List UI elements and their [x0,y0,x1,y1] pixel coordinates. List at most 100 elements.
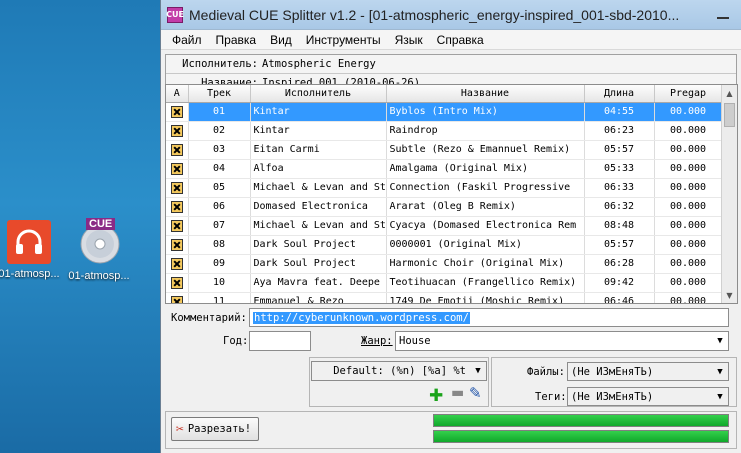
table-row[interactable]: 11 Emmanuel & Rezo 1749 De Emotii (Moshi… [166,292,723,303]
track-checkbox[interactable] [166,273,189,293]
track-length: 06:33 [584,178,655,198]
performer-row: Исполнитель: Atmospheric Energy [166,55,736,73]
track-length: 05:33 [584,159,655,179]
track-title: Connection (Faskil Progressive [386,178,585,198]
menu-bar: Файл Правка Вид Инструменты Язык Справка [161,30,741,50]
menu-tools[interactable]: Инструменты [299,33,388,47]
add-template-icon[interactable]: ✚ [429,386,443,406]
table-row[interactable]: 03 Eitan Carmi Subtle (Rezo & Emannuel R… [166,140,723,160]
track-length: 05:57 [584,235,655,255]
track-checkbox[interactable] [166,235,189,255]
menu-help[interactable]: Справка [430,33,491,47]
window-title: Medieval CUE Splitter v1.2 - [01-atmosph… [189,6,680,23]
column-header-title[interactable]: Название [386,85,585,103]
table-row[interactable]: 10 Aya Mavra feat. Deepe Teotihuacan (Fr… [166,273,723,293]
track-title: Byblos (Intro Mix) [386,102,585,122]
column-header-track[interactable]: Трек [188,85,251,103]
app-icon: CUE [166,6,184,23]
track-checkbox[interactable] [166,292,189,303]
track-artist: Domased Electronica [250,197,387,217]
desktop-icon-cue[interactable]: CUE 01-atmosp... [64,216,134,282]
edit-template-icon[interactable]: ✎ [469,384,482,402]
performer-value: Atmospheric Energy [262,58,376,70]
table-row[interactable]: 07 Michael & Levan and St Cyacya (Domase… [166,216,723,236]
checked-icon [170,257,183,270]
track-checkbox[interactable] [166,254,189,274]
track-number: 09 [188,254,251,274]
app-window: CUE Medieval CUE Splitter v1.2 - [01-atm… [160,0,741,453]
minimize-button[interactable] [709,5,737,25]
headphones-icon [7,220,51,264]
menu-view[interactable]: Вид [263,33,299,47]
scroll-up-icon[interactable]: ▲ [722,85,737,101]
track-title: Ararat (Oleg B Remix) [386,197,585,217]
menu-language[interactable]: Язык [388,33,430,47]
track-checkbox[interactable] [166,140,189,160]
table-row[interactable]: 09 Dark Soul Project Harmonic Choir (Ori… [166,254,723,274]
table-header: A Трек Исполнитель Название Длина Pregap [166,85,723,103]
track-number: 11 [188,292,251,303]
checked-icon [170,181,183,194]
scroll-down-icon[interactable]: ▼ [722,287,737,303]
track-artist: Kintar [250,121,387,141]
files-select[interactable]: (Не ИЗмЕняТЬ) ▼ [567,362,729,381]
track-checkbox[interactable] [166,197,189,217]
track-length: 09:42 [584,273,655,293]
table-row[interactable]: 02 Kintar Raindrop 06:23 00.000 [166,121,723,141]
track-title: Cyacya (Domased Electronica Rem [386,216,585,236]
track-number: 08 [188,235,251,255]
table-row[interactable]: 05 Michael & Levan and St Connection (Fa… [166,178,723,198]
column-header-active[interactable]: A [166,85,189,103]
chevron-down-icon: ▼ [717,391,723,402]
table-row[interactable]: 01 Kintar Byblos (Intro Mix) 04:55 00.00… [166,102,723,122]
cue-badge: CUE [86,218,116,230]
track-artist: Aya Mavra feat. Deepe [250,273,387,293]
track-length: 04:55 [584,102,655,122]
column-header-artist[interactable]: Исполнитель [250,85,387,103]
track-pregap: 00.000 [654,235,723,255]
column-header-pregap[interactable]: Pregap [654,85,723,103]
split-button[interactable]: ✂ Разрезать! [171,417,259,441]
track-number: 02 [188,121,251,141]
track-pregap: 00.000 [654,292,723,303]
files-value: (Не ИЗмЕняТЬ) [571,365,654,378]
menu-file[interactable]: Файл [165,33,209,47]
remove-template-icon[interactable]: ▬ [451,385,464,401]
template-value: Default: (%n) [%a] %t [333,365,466,377]
table-scrollbar[interactable]: ▲ ▼ [721,85,737,303]
genre-select[interactable]: House ▼ [395,331,729,351]
scroll-thumb[interactable] [724,103,735,127]
checked-icon [170,162,183,175]
template-select[interactable]: Default: (%n) [%a] %t ▼ [311,361,487,381]
year-field[interactable] [249,331,311,351]
track-checkbox[interactable] [166,178,189,198]
track-title: Teotihuacan (Frangellico Remix) [386,273,585,293]
track-checkbox[interactable] [166,121,189,141]
title-bar[interactable]: CUE Medieval CUE Splitter v1.2 - [01-atm… [161,0,741,30]
table-row[interactable]: 08 Dark Soul Project 0000001 (Original M… [166,235,723,255]
track-checkbox[interactable] [166,159,189,179]
track-title: Amalgama (Original Mix) [386,159,585,179]
cd-icon: CUE [74,216,124,266]
comment-field[interactable]: http://cyberunknown.wordpress.com/ [249,308,729,327]
track-pregap: 00.000 [654,159,723,179]
tags-select[interactable]: (Не ИЗмЕняТЬ) ▼ [567,387,729,406]
column-header-length[interactable]: Длина [584,85,655,103]
track-checkbox[interactable] [166,216,189,236]
track-length: 06:32 [584,197,655,217]
desktop-icon-label: 01-atmosp... [0,268,60,280]
progress-bar-total [433,430,729,443]
tags-label: Теги: [535,391,567,403]
table-row[interactable]: 06 Domased Electronica Ararat (Oleg B Re… [166,197,723,217]
checked-icon [170,276,183,289]
track-checkbox[interactable] [166,102,189,122]
track-pregap: 00.000 [654,121,723,141]
track-title: 0000001 (Original Mix) [386,235,585,255]
track-pregap: 00.000 [654,140,723,160]
split-button-label: Разрезать! [187,423,252,435]
track-number: 06 [188,197,251,217]
menu-edit[interactable]: Правка [209,33,264,47]
desktop-icon-audio[interactable]: 01-atmosp... [0,220,64,280]
track-number: 05 [188,178,251,198]
table-row[interactable]: 04 Alfoa Amalgama (Original Mix) 05:33 0… [166,159,723,179]
